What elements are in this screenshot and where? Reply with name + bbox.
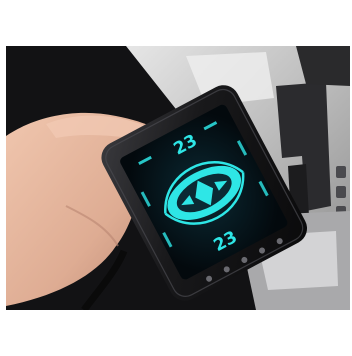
image-frame: 23 23 [0, 0, 352, 356]
photo-scene: 23 23 [6, 46, 350, 310]
photo: 23 23 [6, 46, 350, 310]
